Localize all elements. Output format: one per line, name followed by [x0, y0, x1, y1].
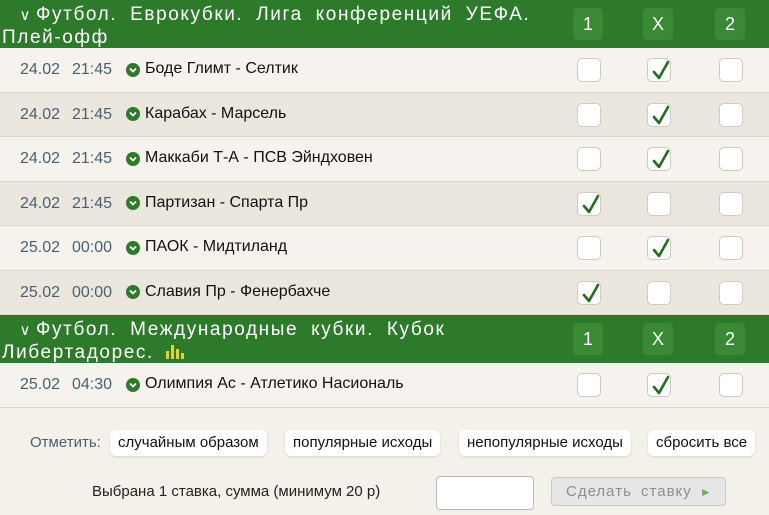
outcome-checkbox-1[interactable]: [577, 236, 601, 260]
match-name-text: Славия Пр - Фенербахче: [145, 282, 331, 300]
check-icon: [652, 105, 670, 124]
match-time: 21:45: [72, 105, 113, 123]
outcome-checkbox-2[interactable]: [719, 373, 743, 397]
outcome-checkbox-x[interactable]: [647, 191, 671, 216]
match-date: 25.02: [20, 376, 61, 393]
outcome-checkbox-x[interactable]: [647, 373, 671, 397]
outcome-checkbox-1[interactable]: [577, 102, 601, 127]
match-name-text: Партизан - Спарта Пр: [145, 193, 309, 211]
column-header-x: X: [643, 8, 673, 40]
mark-random-button[interactable]: случайным образом: [110, 430, 267, 456]
mark-label: Отметить:: [30, 434, 101, 451]
bar-chart-icon[interactable]: [165, 345, 184, 359]
match-date: 24.02: [20, 194, 61, 212]
match-time: 21:45: [72, 150, 113, 167]
match-row: 25.02 04:30 Олимпия Ас - Атлетико Насионал…: [0, 363, 769, 408]
place-bet-label: Сделать ставку: [566, 483, 692, 500]
match-name[interactable]: Карабах - Марсель: [126, 105, 286, 123]
match-name[interactable]: Славия Пр - Фенербахче: [126, 283, 330, 301]
match-time: 21:45: [72, 61, 113, 78]
bet-summary: Выбрана 1 ставка, сумма (минимум 20 р): [92, 483, 381, 500]
match-name-text: Маккаби Т-А - ПСВ Эйндховен: [145, 149, 373, 166]
check-icon: [652, 149, 670, 169]
match-name[interactable]: Боде Глимт - Селтик: [126, 60, 298, 78]
match-name[interactable]: ПАОК - Мидтиланд: [126, 238, 287, 256]
chevron-down-icon[interactable]: ∨: [14, 5, 36, 27]
match-time: 21:45: [72, 194, 113, 212]
chevron-down-circle-icon[interactable]: [126, 240, 140, 255]
chevron-down-circle-icon[interactable]: [126, 285, 140, 299]
chevron-down-circle-icon[interactable]: [126, 151, 140, 166]
mark-unpopular-button[interactable]: непопулярные исходы: [459, 430, 631, 456]
match-date: 24.02: [20, 105, 61, 123]
match-row: 24.02 21:45 Боде Глимт - Селтик: [0, 48, 769, 93]
column-header-2: 2: [715, 8, 745, 40]
match-date: 24.02: [20, 61, 61, 78]
section-header[interactable]: ∨ Футбол. Международные кубки. Кубок Либе…: [0, 315, 769, 363]
outcome-checkbox-1[interactable]: [577, 373, 601, 397]
bet-amount-input[interactable]: [436, 476, 534, 510]
outcome-checkbox-2[interactable]: [719, 102, 743, 127]
section-title: ∨ Футбол. Международные кубки. Кубок Либе…: [2, 319, 542, 364]
outcome-checkbox-x[interactable]: [647, 102, 671, 127]
outcome-checkbox-x[interactable]: [647, 58, 671, 82]
match-name-text: ПАОК - Мидтиланд: [145, 238, 288, 255]
chevron-down-circle-icon[interactable]: [126, 107, 140, 121]
match-name-text: Карабах - Марсель: [145, 104, 287, 122]
match-name[interactable]: Партизан - Спарта Пр: [126, 194, 308, 212]
mark-reset-button[interactable]: сбросить все: [648, 430, 756, 456]
outcome-checkbox-2[interactable]: [719, 191, 743, 216]
chevron-down-circle-icon[interactable]: [126, 377, 140, 392]
match-name-text: Олимпия Ас - Атлетико Насиональ: [145, 375, 404, 392]
outcome-checkbox-1[interactable]: [577, 58, 601, 82]
column-header-1: 1: [573, 8, 603, 40]
outcome-checkbox-x[interactable]: [647, 236, 671, 260]
check-icon: [582, 283, 600, 302]
betting-table: ∨ Футбол. Еврокубки. Лига конференций УЕФ…: [0, 0, 769, 408]
chevron-down-circle-icon[interactable]: [126, 62, 140, 77]
check-icon: [652, 238, 670, 258]
outcome-checkbox-2[interactable]: [719, 147, 743, 171]
section-title: ∨ Футбол. Еврокубки. Лига конференций УЕФ…: [2, 4, 542, 49]
place-bet-button[interactable]: Сделать ставку ►: [551, 477, 726, 506]
match-row: 25.02 00:00 Славия Пр - Фенербахче: [0, 270, 769, 315]
match-name[interactable]: Маккаби Т-А - ПСВ Эйндховен: [126, 149, 373, 167]
match-date: 24.02: [20, 150, 61, 167]
mark-toolbar: Отметить: случайным образом популярные и…: [0, 430, 769, 456]
match-row: 24.02 21:45 Партизан - Спарта Пр: [0, 181, 769, 226]
match-row: 24.02 21:45 Маккаби Т-А - ПСВ Эйндховен: [0, 137, 769, 182]
match-time: 00:00: [72, 239, 113, 256]
check-icon: [652, 60, 670, 80]
match-time: 00:00: [72, 283, 113, 301]
outcome-checkbox-2[interactable]: [719, 280, 743, 305]
column-header-2: 2: [715, 323, 745, 355]
chevron-right-icon: ►: [699, 484, 713, 499]
match-row: 24.02 21:45 Карабах - Марсель: [0, 92, 769, 137]
outcome-checkbox-x[interactable]: [647, 147, 671, 171]
column-header-x: X: [643, 323, 673, 355]
outcome-checkbox-x[interactable]: [647, 280, 671, 305]
section-header[interactable]: ∨ Футбол. Еврокубки. Лига конференций УЕФ…: [0, 0, 769, 48]
check-icon: [582, 194, 600, 213]
outcome-checkbox-1[interactable]: [577, 191, 601, 216]
match-date: 25.02: [20, 283, 61, 301]
chevron-down-icon[interactable]: ∨: [14, 320, 36, 342]
outcome-checkbox-1[interactable]: [577, 280, 601, 305]
mark-popular-button[interactable]: популярные исходы: [285, 430, 441, 456]
section-title-text: Футбол. Международные кубки. Кубок Либер…: [2, 319, 446, 363]
match-row: 25.02 00:00 ПАОК - Мидтиланд: [0, 226, 769, 271]
outcome-checkbox-2[interactable]: [719, 58, 743, 82]
match-time: 04:30: [72, 376, 113, 393]
chevron-down-circle-icon[interactable]: [126, 196, 140, 210]
outcome-checkbox-1[interactable]: [577, 147, 601, 171]
column-header-1: 1: [573, 323, 603, 355]
check-icon: [652, 375, 670, 395]
outcome-checkbox-2[interactable]: [719, 236, 743, 260]
match-name-text: Боде Глимт - Селтик: [145, 60, 298, 77]
match-name[interactable]: Олимпия Ас - Атлетико Насиональ: [126, 375, 404, 393]
section-title-text: Футбол. Еврокубки. Лига конференций УЕФА…: [2, 4, 531, 48]
match-date: 25.02: [20, 239, 61, 256]
